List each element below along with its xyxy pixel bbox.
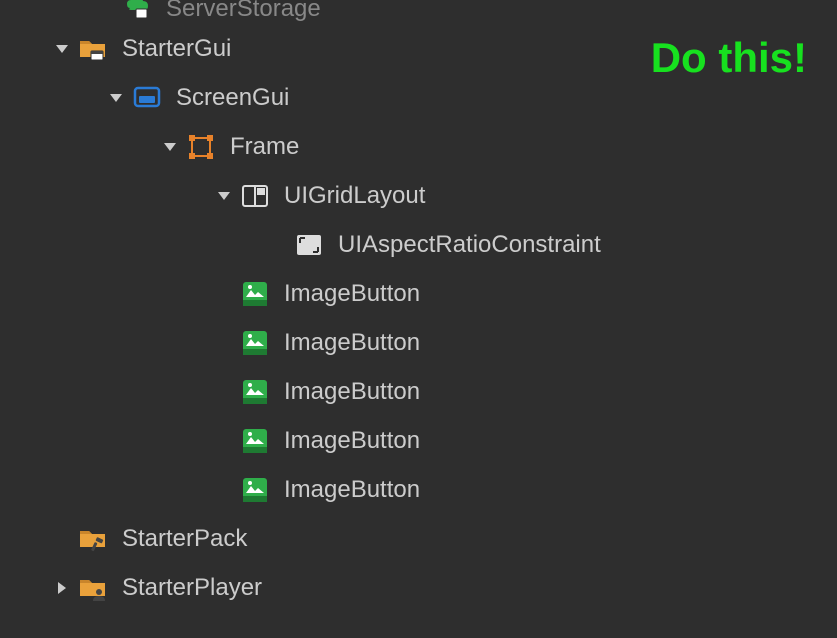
tree-item-label: UIGridLayout xyxy=(284,182,425,210)
annotation-text: Do this! xyxy=(651,34,807,82)
tree-item-label: ScreenGui xyxy=(176,84,289,112)
expand-toggle-icon[interactable] xyxy=(160,139,180,155)
tree-item-label: ImageButton xyxy=(284,476,420,504)
tree-item-starterpack[interactable]: StarterPack xyxy=(0,514,837,563)
expand-toggle-icon[interactable] xyxy=(214,188,234,204)
folder-hammer-icon xyxy=(78,524,108,554)
tree-item-label: StarterPack xyxy=(122,525,247,553)
tree-item-uigridlayout[interactable]: UIGridLayout xyxy=(0,171,837,220)
tree-item-imagebutton[interactable]: ImageButton xyxy=(0,269,837,318)
serverstorage-icon xyxy=(122,0,152,24)
uiaspectratioconstraint-icon xyxy=(294,230,324,260)
expand-toggle-icon[interactable] xyxy=(106,90,126,106)
tree-item-label: ImageButton xyxy=(284,378,420,406)
tree-item-frame[interactable]: Frame xyxy=(0,122,837,171)
tree-item-serverstorage[interactable]: ServerStorage xyxy=(0,0,837,24)
imagebutton-icon xyxy=(240,426,270,456)
imagebutton-icon xyxy=(240,279,270,309)
tree-item-imagebutton[interactable]: ImageButton xyxy=(0,465,837,514)
tree-item-label: ImageButton xyxy=(284,427,420,455)
tree-item-imagebutton[interactable]: ImageButton xyxy=(0,367,837,416)
tree-item-label: StarterPlayer xyxy=(122,574,262,602)
tree-item-label: ImageButton xyxy=(284,329,420,357)
tree-item-starterplayer[interactable]: StarterPlayer xyxy=(0,563,837,612)
tree-item-label: UIAspectRatioConstraint xyxy=(338,231,601,259)
imagebutton-icon xyxy=(240,475,270,505)
explorer-tree[interactable]: ServerStorage StarterGui ScreenGui xyxy=(0,0,837,612)
frame-icon xyxy=(186,132,216,162)
folder-gui-icon xyxy=(78,34,108,64)
tree-item-imagebutton[interactable]: ImageButton xyxy=(0,416,837,465)
expand-toggle-icon[interactable] xyxy=(52,580,72,596)
screengui-icon xyxy=(132,83,162,113)
imagebutton-icon xyxy=(240,328,270,358)
tree-item-label: StarterGui xyxy=(122,35,231,63)
tree-item-label: ServerStorage xyxy=(166,0,321,23)
tree-item-label: Frame xyxy=(230,133,299,161)
tree-item-label: ImageButton xyxy=(284,280,420,308)
imagebutton-icon xyxy=(240,377,270,407)
expand-toggle-icon[interactable] xyxy=(52,41,72,57)
uigridlayout-icon xyxy=(240,181,270,211)
folder-player-icon xyxy=(78,573,108,603)
tree-item-uiaspectratioconstraint[interactable]: UIAspectRatioConstraint xyxy=(0,220,837,269)
tree-item-imagebutton[interactable]: ImageButton xyxy=(0,318,837,367)
